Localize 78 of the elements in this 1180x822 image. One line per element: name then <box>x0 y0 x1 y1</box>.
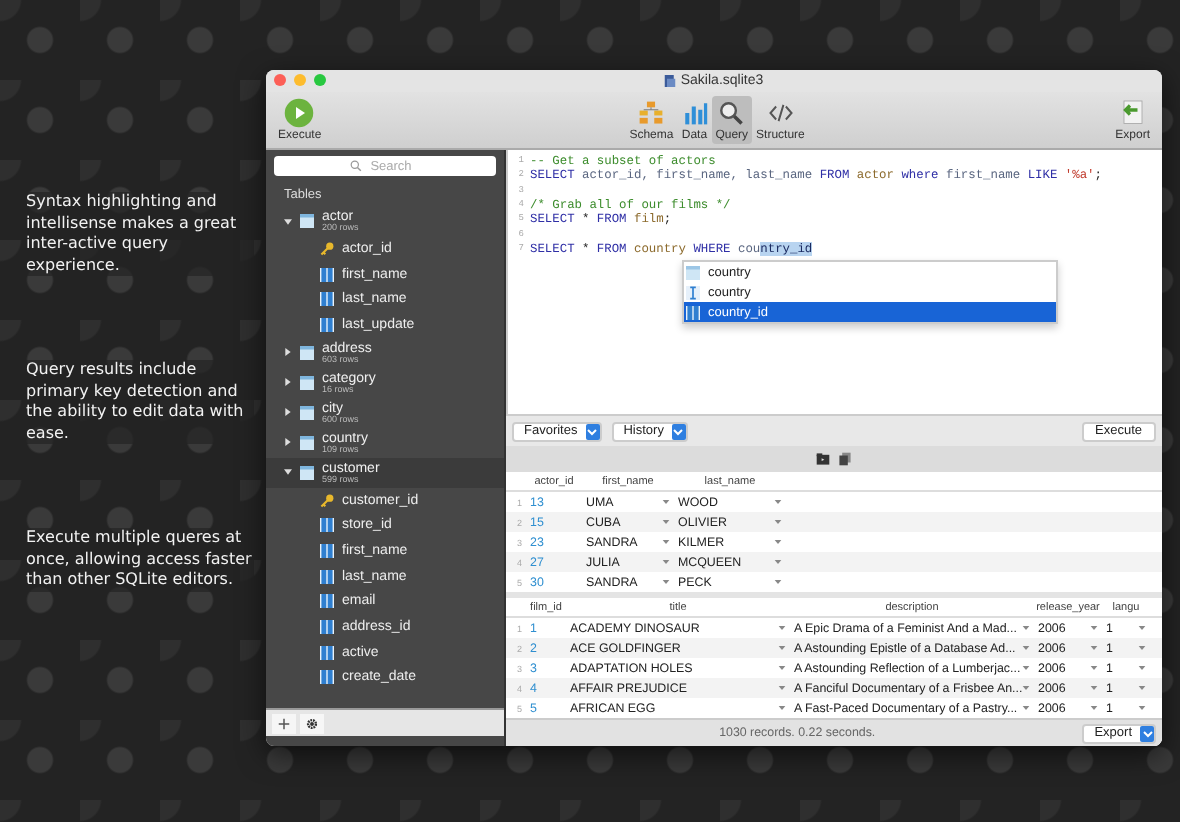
play-icon <box>284 98 315 128</box>
table-icon <box>300 405 314 420</box>
column-icon <box>320 594 334 609</box>
hierarchy-icon <box>638 98 665 128</box>
dropdown-arrow-icon[interactable] <box>662 518 670 526</box>
dropdown-arrow-icon[interactable] <box>1022 664 1030 672</box>
search-icon <box>718 98 745 128</box>
column-icon <box>320 317 334 332</box>
dropdown-arrow-icon[interactable] <box>1138 684 1146 692</box>
dropdown-arrow-icon[interactable] <box>1090 644 1098 652</box>
dropdown-arrow-icon[interactable] <box>662 558 670 566</box>
dropdown-arrow-icon[interactable] <box>1022 684 1031 692</box>
zoom-button[interactable] <box>314 74 326 86</box>
chevron-icon <box>671 423 686 439</box>
dropdown-arrow-icon[interactable] <box>662 538 670 546</box>
dropdown-arrow-icon[interactable] <box>1138 664 1146 672</box>
folder-icon[interactable] <box>816 452 830 466</box>
dropdown-arrow-icon[interactable] <box>778 704 786 712</box>
column-icon <box>320 620 334 635</box>
dropdown-arrow-icon[interactable] <box>1138 704 1146 712</box>
expand-triangle-icon[interactable] <box>284 378 292 387</box>
dropdown-arrow-icon[interactable] <box>778 644 786 652</box>
column-icon <box>320 543 334 558</box>
dropdown-arrow-icon[interactable] <box>778 624 786 632</box>
dropdown-arrow-icon[interactable] <box>1022 704 1030 712</box>
dropdown-arrow-icon[interactable] <box>1022 644 1030 652</box>
dropdown-arrow-icon[interactable] <box>662 578 670 586</box>
table-icon <box>686 265 700 279</box>
collapse-triangle-icon[interactable] <box>284 468 292 477</box>
chevron-icon <box>1140 725 1155 741</box>
dropdown-arrow-icon[interactable] <box>1090 664 1098 672</box>
dropdown-arrow-icon[interactable] <box>1138 644 1146 652</box>
bar-chart-icon <box>681 98 708 128</box>
dropdown-arrow-icon[interactable] <box>774 558 782 566</box>
column-icon <box>320 518 334 533</box>
table-icon <box>300 375 314 390</box>
table-icon <box>300 465 314 480</box>
document-icon <box>664 74 677 88</box>
column-icon <box>320 292 334 307</box>
column-icon <box>320 267 334 282</box>
column-icon <box>320 670 334 685</box>
expand-triangle-icon[interactable] <box>284 408 292 417</box>
dropdown-arrow-icon[interactable] <box>778 684 786 692</box>
dropdown-arrow-icon[interactable] <box>774 518 782 526</box>
export-icon <box>1117 98 1148 128</box>
dropdown-arrow-icon[interactable] <box>1090 624 1098 632</box>
dropdown-arrow-icon[interactable] <box>774 538 782 546</box>
search-icon <box>350 160 362 172</box>
expand-triangle-icon[interactable] <box>284 438 292 447</box>
text-cursor-icon <box>686 285 700 299</box>
dropdown-arrow-icon[interactable] <box>662 498 670 506</box>
column-icon <box>686 305 700 319</box>
dropdown-arrow-icon[interactable] <box>1090 684 1098 692</box>
table-icon <box>300 345 314 360</box>
close-button[interactable] <box>274 74 286 86</box>
chevron-icon <box>585 423 600 439</box>
dropdown-arrow-icon[interactable] <box>1138 624 1146 632</box>
expand-triangle-icon[interactable] <box>284 348 292 357</box>
dropdown-arrow-icon[interactable] <box>778 664 786 672</box>
column-icon <box>320 645 334 660</box>
column-icon <box>320 569 334 584</box>
caption: Query results include primary key detection and the ability to edit data with ease. <box>26 360 254 444</box>
settings-button[interactable] <box>300 713 324 733</box>
dropdown-arrow-icon[interactable] <box>774 578 782 586</box>
key-icon <box>320 493 334 508</box>
dropdown-arrow-icon[interactable] <box>1022 624 1030 632</box>
settings-icon <box>306 717 318 729</box>
dropdown-arrow-icon[interactable] <box>774 498 782 506</box>
plus-icon <box>278 717 290 729</box>
collapse-triangle-icon[interactable] <box>284 217 292 225</box>
caption: Syntax highlighting and intellisense makes a great inter-active query experience. <box>26 192 254 276</box>
copy-icon[interactable] <box>838 452 852 466</box>
table-icon <box>300 214 314 228</box>
key-icon <box>320 241 334 256</box>
add-button[interactable] <box>272 713 296 733</box>
caption: Execute multiple queres at once, allowing access faster than other SQLite editors. <box>26 528 254 591</box>
table-icon <box>300 435 314 450</box>
dropdown-arrow-icon[interactable] <box>1090 704 1098 712</box>
